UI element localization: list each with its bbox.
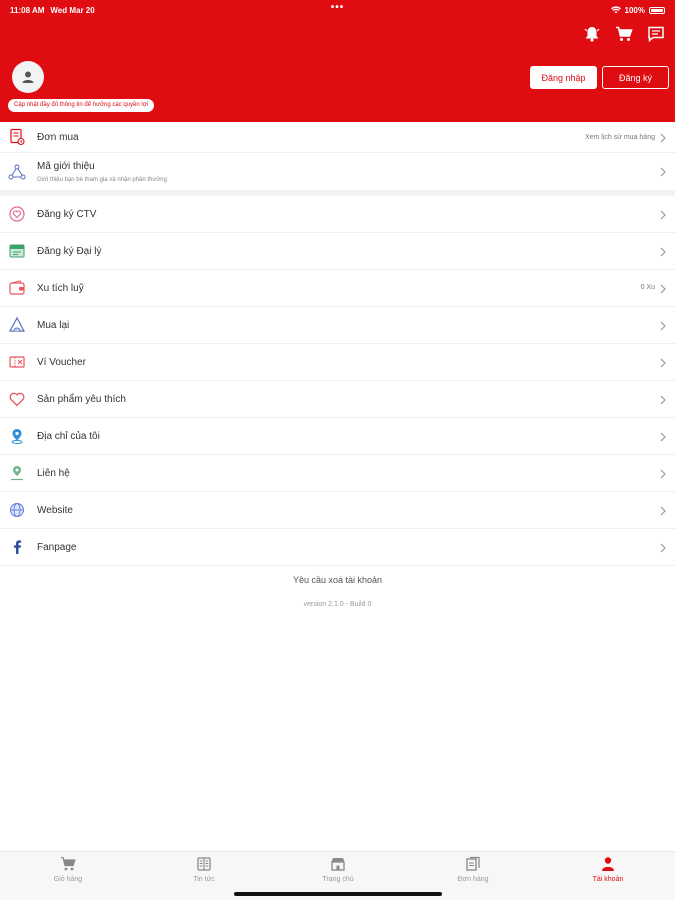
tab-account[interactable]: Tài khoản	[558, 856, 658, 892]
menu-label: Xu tích luỹ	[37, 283, 84, 294]
tab-label: Giỏ hàng	[53, 876, 83, 883]
menu-label: Ví Voucher	[37, 357, 86, 368]
menu-label: Liên hệ	[37, 468, 70, 479]
wallet-icon	[8, 279, 26, 297]
menu-label: Mua lại	[37, 320, 70, 331]
menu-label: Website	[37, 505, 73, 516]
menu-item-website[interactable]: Website	[0, 492, 675, 529]
status-right: 100%	[610, 5, 665, 15]
tab-label: Tin tức	[193, 876, 215, 883]
delete-account-link[interactable]: Yêu cầu xoá tài khoản	[0, 575, 675, 585]
store-icon	[8, 242, 26, 260]
tab-label: Trang chủ	[322, 876, 354, 883]
tab-label: Tài khoản	[592, 876, 624, 883]
message-icon[interactable]	[647, 26, 665, 43]
home-store-icon	[331, 858, 345, 871]
tab-orders[interactable]: Đơn hàng	[423, 856, 523, 892]
news-icon	[197, 857, 211, 871]
chevron-right-icon	[660, 133, 666, 143]
battery-percent: 100%	[624, 5, 645, 15]
menu-item-register-ctv[interactable]: Đăng ký CTV	[0, 196, 675, 233]
register-button[interactable]: Đăng ký	[602, 66, 669, 89]
repurchase-icon	[8, 316, 26, 334]
menu-label: Đăng ký Đại lý	[37, 246, 102, 257]
chevron-right-icon	[660, 358, 666, 368]
tab-news[interactable]: Tin tức	[154, 856, 254, 892]
profile-update-notice[interactable]: Cập nhật đầy đủ thông tin để hưởng các q…	[8, 99, 154, 112]
orders-icon	[466, 856, 480, 871]
globe-icon	[8, 501, 26, 519]
menu-item-voucher-wallet[interactable]: Ví Voucher	[0, 344, 675, 381]
location-icon	[8, 427, 26, 445]
menu-item-accumulated-coins[interactable]: Xu tích luỹ 0 Xu	[0, 270, 675, 307]
chevron-right-icon	[660, 506, 666, 516]
chevron-right-icon	[660, 321, 666, 331]
app-root: 11:08 AM Wed Mar 20 ••• 100% Cập nhật đầ…	[0, 0, 675, 900]
orders-row[interactable]: Đơn mua Xem lịch sử mua hàng	[0, 122, 675, 153]
contact-icon	[8, 464, 26, 482]
chevron-right-icon	[660, 395, 666, 405]
voucher-icon	[8, 353, 26, 371]
cart-header-icon[interactable]	[615, 26, 633, 42]
chevron-right-icon	[660, 167, 666, 177]
menu-item-my-address[interactable]: Địa chỉ của tôi	[0, 418, 675, 455]
profile-header: 11:08 AM Wed Mar 20 ••• 100% Cập nhật đầ…	[0, 0, 675, 122]
referral-label: Mã giới thiệu	[37, 161, 95, 172]
bell-icon[interactable]	[583, 26, 601, 42]
header-actions	[583, 26, 665, 43]
coin-balance: 0 Xu	[640, 284, 655, 291]
referral-row[interactable]: Mã giới thiệu Giới thiệu bạn bè tham gia…	[0, 153, 675, 190]
menu-label: Địa chỉ của tôi	[37, 431, 100, 442]
menu-item-repurchase[interactable]: Mua lại	[0, 307, 675, 344]
tab-cart[interactable]: Giỏ hàng	[18, 856, 118, 892]
orders-label: Đơn mua	[37, 132, 79, 143]
status-date: Wed Mar 20	[50, 5, 95, 15]
avatar[interactable]	[12, 61, 44, 93]
chevron-right-icon	[660, 247, 666, 257]
menu-label: Đăng ký CTV	[37, 209, 97, 220]
status-bar: 11:08 AM Wed Mar 20 ••• 100%	[10, 2, 665, 16]
user-avatar-icon	[22, 71, 34, 83]
login-button[interactable]: Đăng nhập	[530, 66, 597, 89]
heart-circle-icon	[8, 205, 26, 223]
chevron-right-icon	[660, 543, 666, 553]
menu-item-fanpage[interactable]: Fanpage	[0, 529, 675, 566]
chevron-right-icon	[660, 432, 666, 442]
menu-item-contact[interactable]: Liên hệ	[0, 455, 675, 492]
chevron-right-icon	[660, 284, 666, 294]
status-left: 11:08 AM Wed Mar 20	[10, 6, 95, 15]
order-history-link[interactable]: Xem lịch sử mua hàng	[585, 134, 655, 141]
facebook-icon	[8, 538, 26, 556]
tab-label: Đơn hàng	[457, 876, 489, 883]
referral-description: Giới thiệu bạn bè tham gia và nhận phần …	[37, 177, 167, 183]
chevron-right-icon	[660, 469, 666, 479]
multitask-dots-icon: •••	[330, 2, 345, 13]
user-icon	[602, 857, 614, 871]
status-time: 11:08 AM	[10, 5, 45, 15]
order-list-icon	[8, 128, 26, 146]
cart-icon	[61, 856, 76, 871]
menu-item-favorite-products[interactable]: Sản phẩm yêu thích	[0, 381, 675, 418]
menu-label: Fanpage	[37, 542, 77, 553]
chevron-right-icon	[660, 210, 666, 220]
app-version: version 2.1.0 - Build 0	[303, 601, 372, 608]
tab-home[interactable]: Trang chủ	[288, 856, 388, 892]
home-indicator	[234, 892, 442, 896]
battery-icon	[649, 6, 665, 14]
wifi-icon	[610, 6, 621, 14]
menu-item-register-agency[interactable]: Đăng ký Đại lý	[0, 233, 675, 270]
menu-label: Sản phẩm yêu thích	[37, 394, 126, 405]
heart-icon	[8, 390, 26, 408]
referral-network-icon	[8, 163, 26, 181]
